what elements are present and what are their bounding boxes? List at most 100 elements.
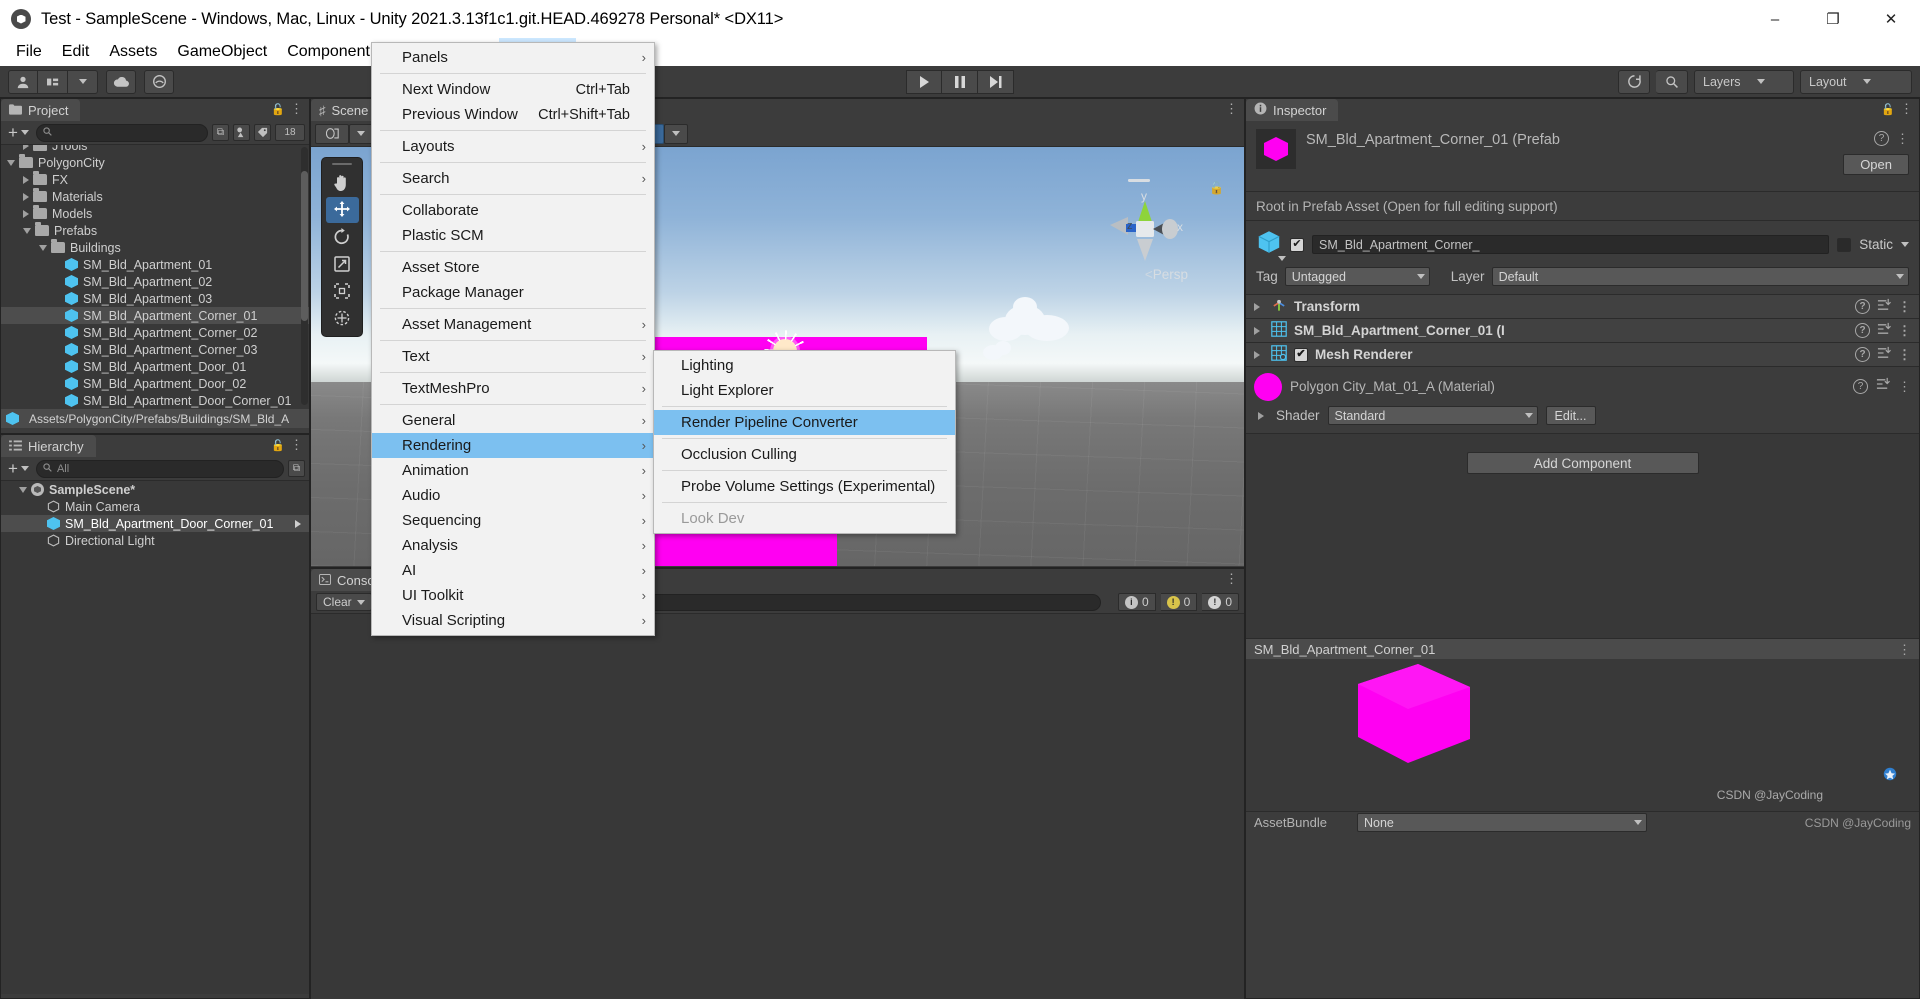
project-tree-item[interactable]: FX	[1, 171, 309, 188]
shader-edit-button[interactable]: Edit...	[1545, 406, 1596, 425]
toolbar-dropdown-arrow[interactable]	[68, 69, 98, 94]
move-tool[interactable]	[325, 197, 359, 223]
expand-arrow-icon[interactable]	[23, 192, 29, 201]
project-tree-item[interactable]: Buildings	[1, 239, 309, 256]
account-icon[interactable]	[8, 69, 38, 94]
preset-icon[interactable]	[1876, 377, 1890, 396]
window-menu-item[interactable]: Package Manager	[372, 280, 654, 305]
static-checkbox[interactable]	[1837, 237, 1852, 252]
scene-camera-mode-button[interactable]	[315, 123, 349, 144]
window-menu-item[interactable]: Animation ›	[372, 458, 654, 483]
collapse-arrow-icon[interactable]	[23, 227, 31, 234]
scale-tool[interactable]	[326, 251, 359, 277]
expand-arrow-icon[interactable]	[1254, 350, 1260, 359]
tab-project[interactable]: Project	[1, 99, 81, 121]
console-log-list[interactable]	[311, 614, 1244, 999]
assetbundle-dropdown[interactable]: None	[1357, 813, 1647, 832]
window-menu-item[interactable]: UI Toolkit ›	[372, 583, 654, 608]
project-tree[interactable]: JTools PolygonCity FX Materials Models Prefab…	[1, 145, 309, 409]
layer-dropdown[interactable]: Default	[1491, 267, 1909, 286]
help-icon[interactable]: ?	[1855, 299, 1870, 314]
cloud-icon[interactable]	[106, 69, 136, 94]
hierarchy-search-input[interactable]: All	[35, 459, 284, 478]
services-icon[interactable]	[144, 69, 174, 94]
console-options-icon[interactable]: ⋮	[1225, 572, 1238, 585]
help-icon[interactable]: ?	[1855, 347, 1870, 362]
project-tree-item[interactable]: SM_Bld_Apartment_02	[1, 273, 309, 290]
hierarchy-tree[interactable]: SampleScene* Main Camera SM_Bld_Apartment_…	[1, 481, 309, 994]
project-tree-item[interactable]: PolygonCity	[1, 154, 309, 171]
tab-inspector[interactable]: Inspector	[1246, 99, 1339, 121]
scene-camera-dropdown-icon[interactable]	[349, 123, 373, 144]
rendering-submenu-item[interactable]: Render Pipeline Converter	[654, 410, 955, 435]
window-menu-item[interactable]: Rendering ›	[372, 433, 654, 458]
rendering-submenu-item[interactable]: Occlusion Culling	[654, 442, 955, 467]
menu-assets[interactable]: Assets	[99, 38, 167, 66]
project-search-expand-icon[interactable]: ⧉	[212, 124, 229, 141]
project-search-input[interactable]	[35, 123, 208, 142]
project-tree-item[interactable]: SM_Bld_Apartment_Door_02	[1, 375, 309, 392]
console-search-input[interactable]	[588, 593, 1101, 611]
help-icon[interactable]: ?	[1855, 323, 1870, 338]
help-icon[interactable]: ?	[1853, 379, 1868, 394]
project-scrollbar[interactable]	[301, 147, 308, 405]
project-tree-item[interactable]: SM_Bld_Apartment_01	[1, 256, 309, 273]
console-warning-count[interactable]: ! 0	[1160, 593, 1198, 611]
pause-button[interactable]	[942, 69, 978, 94]
close-button[interactable]: ✕	[1862, 0, 1920, 38]
collab-icon[interactable]	[38, 69, 68, 94]
inspector-context-icon[interactable]: ⋮	[1896, 132, 1909, 145]
help-icon[interactable]: ?	[1874, 131, 1889, 146]
window-menu-item[interactable]: Collaborate	[372, 198, 654, 223]
tab-hierarchy[interactable]: Hierarchy	[1, 435, 96, 457]
project-tree-item[interactable]: SM_Bld_Apartment_Door_01	[1, 358, 309, 375]
hierarchy-item[interactable]: SampleScene*	[1, 481, 309, 498]
component-context-icon[interactable]: ⋮	[1898, 348, 1911, 361]
project-tree-item[interactable]: SM_Bld_Apartment_Corner_01	[1, 307, 309, 324]
gameobject-active-checkbox[interactable]: ✔	[1290, 237, 1304, 252]
layers-dropdown[interactable]: Layers	[1694, 69, 1794, 94]
preset-icon[interactable]	[1877, 346, 1891, 363]
inspector-lock-icon[interactable]: 🔓	[1881, 103, 1895, 116]
hierarchy-item[interactable]: Directional Light	[1, 532, 309, 549]
hierarchy-search-expand-icon[interactable]: ⧉	[288, 460, 305, 477]
project-tree-item[interactable]: Models	[1, 205, 309, 222]
console-error-count[interactable]: ! 0	[1202, 593, 1239, 611]
preset-icon[interactable]	[1877, 322, 1891, 339]
hierarchy-item[interactable]: Main Camera	[1, 498, 309, 515]
project-create-button[interactable]: +	[5, 124, 32, 141]
project-filter-type-icon[interactable]	[233, 124, 250, 141]
project-badge-count[interactable]: 18	[275, 124, 305, 141]
layout-dropdown[interactable]: Layout	[1800, 69, 1912, 94]
window-menu-item[interactable]: Sequencing ›	[372, 508, 654, 533]
project-tree-item[interactable]: Materials	[1, 188, 309, 205]
window-menu-item[interactable]: Text ›	[372, 344, 654, 369]
window-menu-item[interactable]: Asset Management ›	[372, 312, 654, 337]
expand-arrow-icon[interactable]	[23, 145, 29, 150]
component-context-icon[interactable]: ⋮	[1898, 324, 1911, 337]
static-dropdown-icon[interactable]	[1901, 242, 1909, 247]
window-menu-item[interactable]: Visual Scripting ›	[372, 608, 654, 633]
tools-strip-grip[interactable]	[332, 163, 352, 165]
expand-arrow-icon[interactable]	[1258, 411, 1264, 420]
window-menu-item[interactable]: Audio ›	[372, 483, 654, 508]
scene-perspective-label[interactable]: <Persp	[1145, 267, 1188, 282]
rect-tool[interactable]	[326, 278, 359, 304]
gizmo-lock-icon[interactable]: 🔓	[1209, 181, 1224, 195]
scene-gizmos-dropdown-icon[interactable]	[664, 123, 688, 144]
console-clear-button[interactable]: Clear	[316, 593, 372, 611]
window-menu-item[interactable]: Analysis ›	[372, 533, 654, 558]
project-tree-item[interactable]: Prefabs	[1, 222, 309, 239]
rotate-tool[interactable]	[326, 224, 359, 250]
hierarchy-item[interactable]: SM_Bld_Apartment_Door_Corner_01	[1, 515, 309, 532]
add-component-button[interactable]: Add Component	[1466, 452, 1699, 474]
component-row-mesh-renderer[interactable]: ✔ Mesh Renderer ? ⋮	[1246, 342, 1919, 366]
console-log-count[interactable]: i 0	[1117, 593, 1156, 611]
collapse-arrow-icon[interactable]	[7, 159, 15, 166]
component-context-icon[interactable]: ⋮	[1898, 300, 1911, 313]
expand-arrow-icon[interactable]	[23, 209, 29, 218]
window-menu-item[interactable]: AI ›	[372, 558, 654, 583]
window-menu-item[interactable]: Next Window Ctrl+Tab	[372, 77, 654, 102]
menu-file[interactable]: File	[6, 38, 52, 66]
undo-history-icon[interactable]	[1618, 69, 1650, 94]
